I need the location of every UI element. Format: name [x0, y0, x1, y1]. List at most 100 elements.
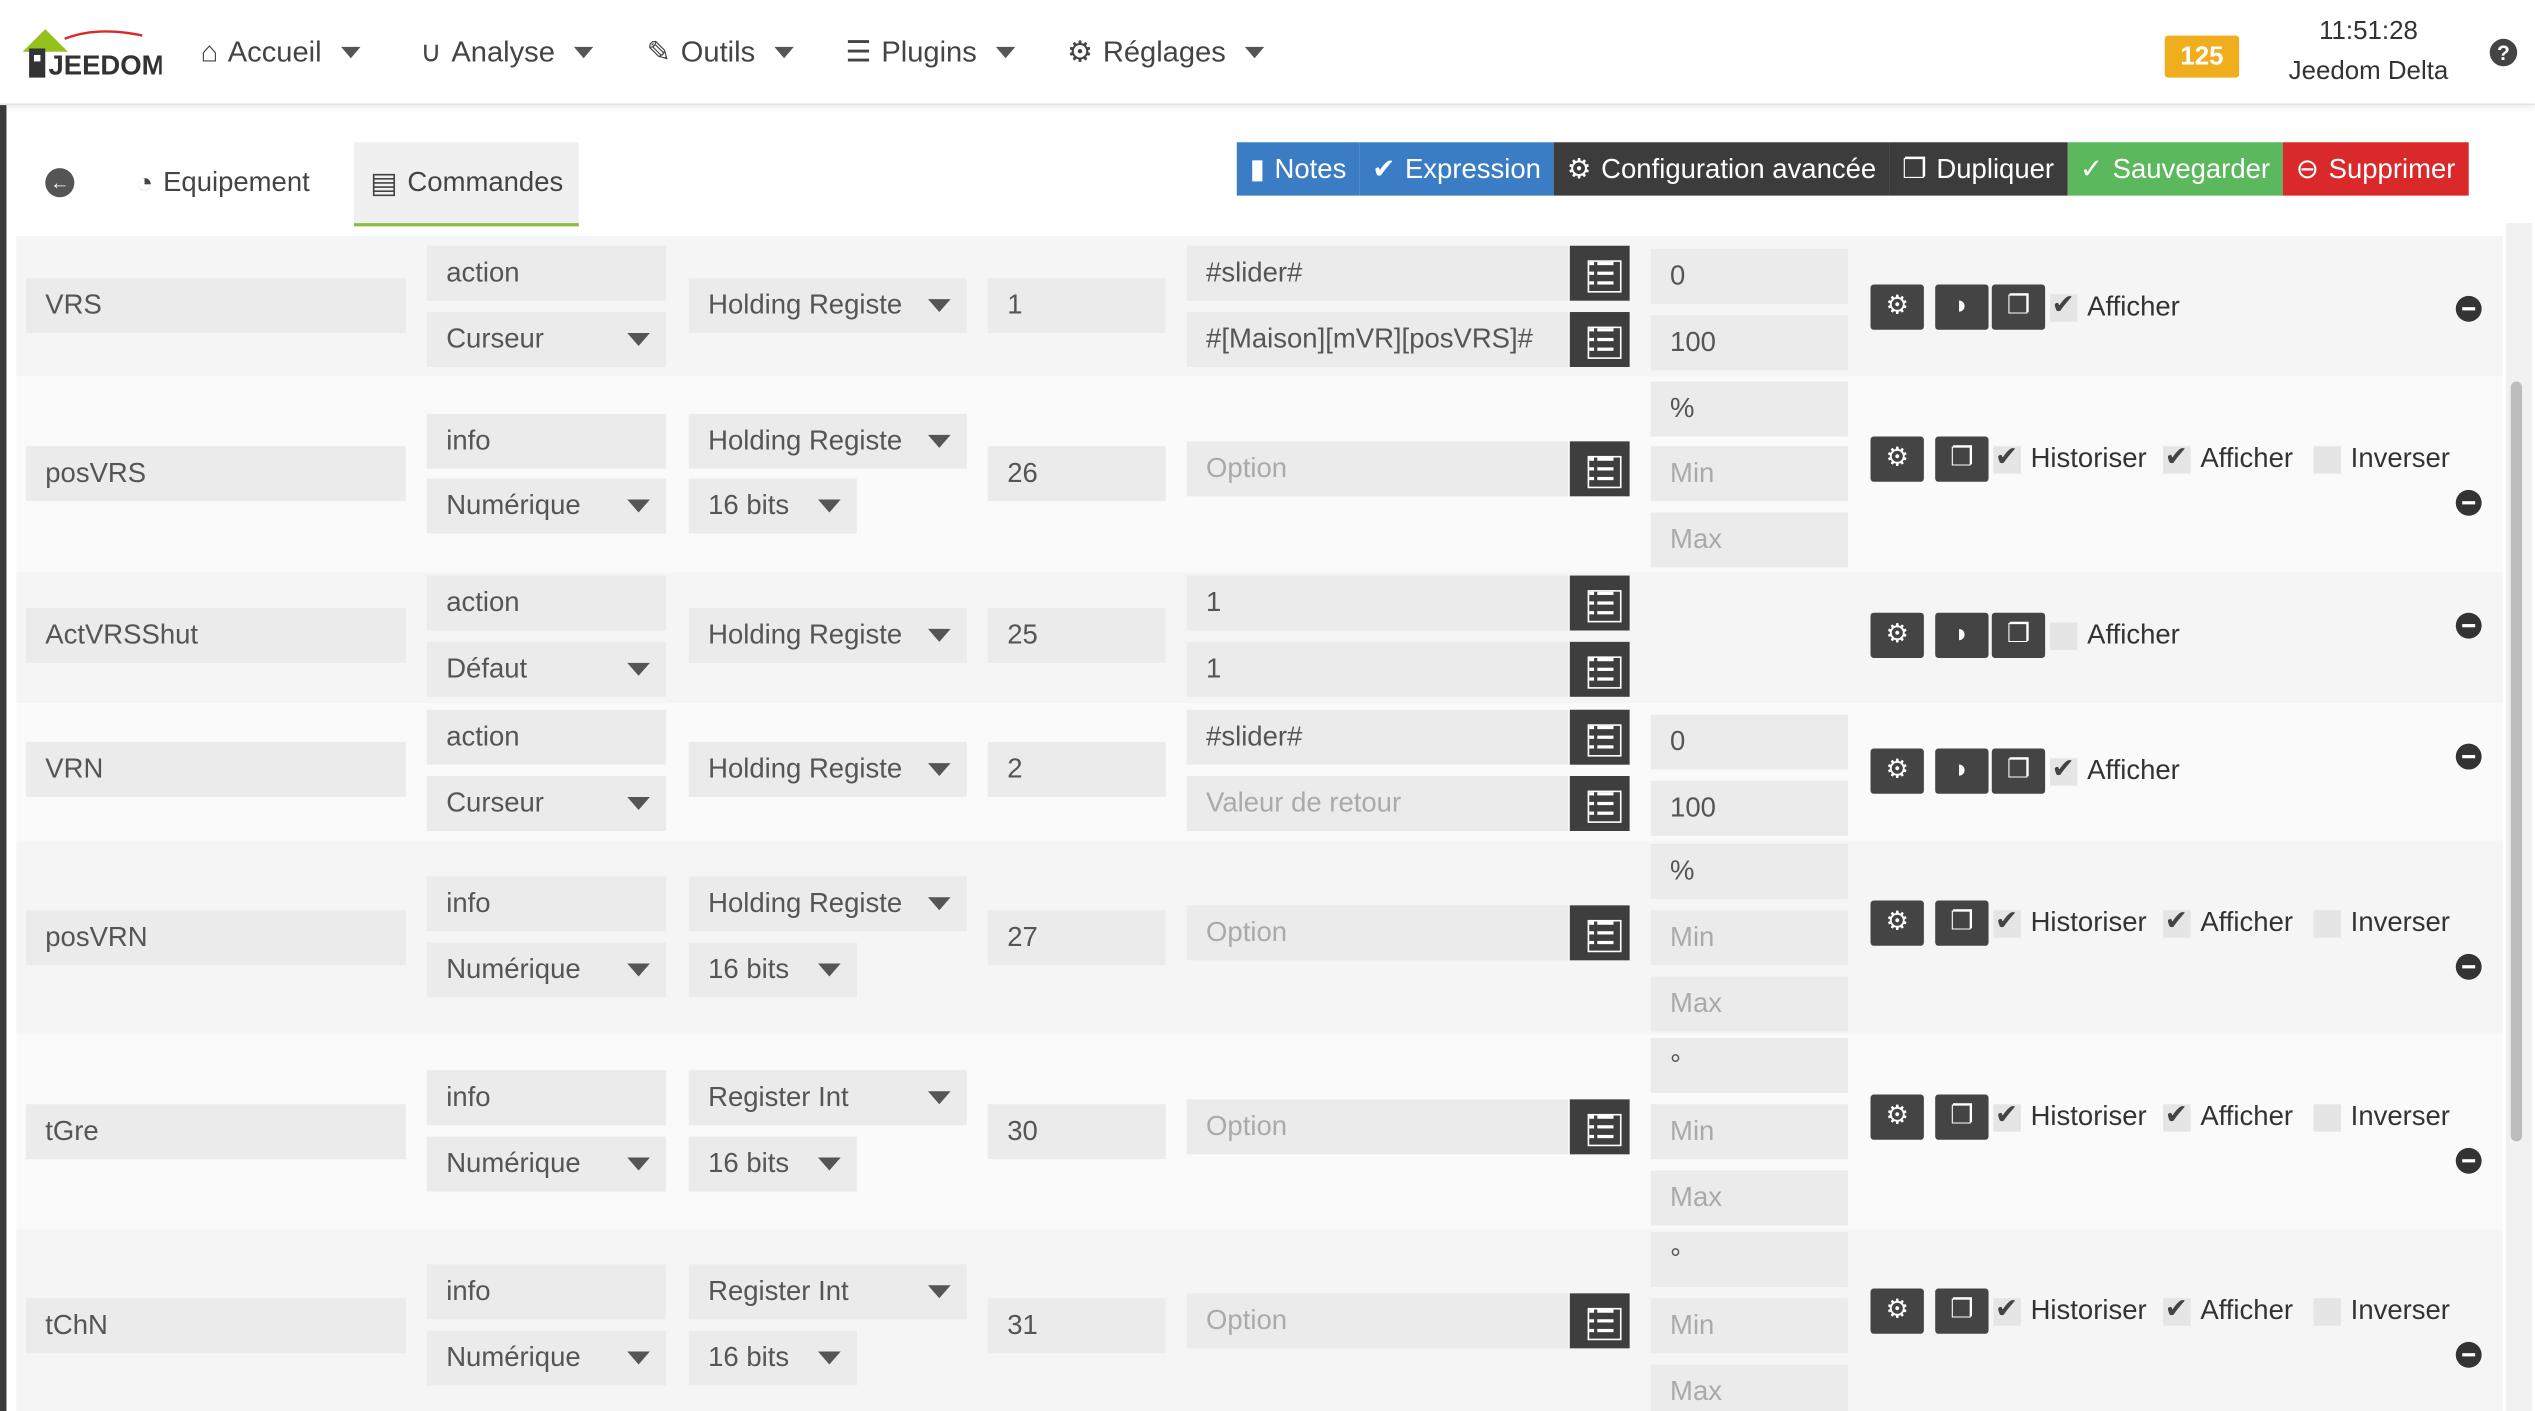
afficher-checkbox[interactable]: Afficher [2049, 289, 2180, 323]
remove-command-icon[interactable] [2455, 295, 2482, 322]
size-select[interactable]: 16 bits [688, 1136, 857, 1192]
inverser-checkbox[interactable]: Inverser [2313, 1101, 2450, 1133]
inverser-checkbox[interactable]: Inverser [2313, 1295, 2450, 1327]
max-field[interactable]: Max [1650, 1170, 1848, 1226]
list-icon[interactable] [1569, 1099, 1630, 1155]
register-type-select[interactable]: Holding Registe [688, 742, 967, 798]
unit-field[interactable]: ° [1650, 1231, 1848, 1287]
unit-field[interactable]: % [1650, 381, 1848, 437]
remove-command-icon[interactable] [2455, 1147, 2482, 1174]
menu-plugins[interactable]: ☰ Plugins [846, 36, 1016, 70]
command-subtype-select[interactable]: Numérique [426, 942, 667, 998]
command-subtype-select[interactable]: Numérique [426, 1330, 667, 1386]
address-field[interactable]: 1 [987, 278, 1166, 334]
value-field[interactable]: #slider# [1186, 245, 1569, 301]
command-subtype-select[interactable]: Curseur [426, 776, 667, 831]
command-type-field[interactable]: info [426, 876, 667, 932]
command-type-field[interactable]: action [426, 245, 667, 301]
copy-icon[interactable]: ❐ [1935, 900, 1989, 946]
command-name-field[interactable]: posVRN [25, 910, 406, 966]
address-field[interactable]: 27 [987, 910, 1166, 966]
remove-command-icon[interactable] [2455, 953, 2482, 980]
register-type-select[interactable]: Holding Registe [688, 876, 967, 932]
checkbox-checked[interactable] [1993, 441, 2021, 473]
command-subtype-select[interactable]: Curseur [426, 312, 667, 367]
list-icon[interactable] [1569, 709, 1630, 765]
list-icon[interactable] [1569, 641, 1630, 697]
menu-reglages[interactable]: ⚙ Réglages [1067, 36, 1265, 70]
command-type-field[interactable]: info [426, 1264, 667, 1320]
historiser-checkbox[interactable]: Historiser [1993, 441, 2147, 475]
remove-command-icon[interactable] [2455, 612, 2482, 639]
afficher-checkbox[interactable]: Afficher [2163, 905, 2293, 939]
max-field[interactable]: Max [1650, 1364, 1848, 1411]
tab-commandes[interactable]: ▤ Commandes [354, 142, 580, 227]
menu-analyse[interactable]: ∪ Analyse [420, 36, 594, 70]
rss-icon[interactable]: ◗ [1935, 748, 1989, 794]
advanced-config-button[interactable]: ⚙ Configuration avancée [1553, 142, 1890, 196]
checkbox-checked[interactable] [2049, 753, 2078, 785]
copy-icon[interactable]: ❐ [1991, 748, 2046, 794]
menu-accueil[interactable]: ⌂ Accueil [200, 36, 361, 70]
register-type-select[interactable]: Register Int [688, 1264, 967, 1320]
historiser-checkbox[interactable]: Historiser [1993, 1293, 2147, 1327]
copy-icon[interactable]: ❐ [1991, 284, 2046, 330]
remove-command-icon[interactable] [2455, 1341, 2482, 1368]
min-field[interactable]: Min [1650, 1298, 1848, 1354]
inverser-checkbox[interactable]: Inverser [2313, 907, 2450, 939]
historiser-checkbox[interactable]: Historiser [1993, 1099, 2147, 1133]
copy-icon[interactable]: ❐ [1935, 436, 1989, 482]
cogs-icon[interactable]: ⚙ [1870, 1094, 1924, 1140]
address-field[interactable]: 26 [987, 446, 1166, 502]
value-field[interactable]: 1 [1186, 575, 1569, 631]
command-type-field[interactable]: action [426, 709, 667, 765]
cogs-icon[interactable]: ⚙ [1870, 900, 1924, 946]
max-field[interactable]: Max [1650, 512, 1848, 568]
register-type-select[interactable]: Holding Registe [688, 413, 967, 469]
checkbox-unchecked[interactable] [2313, 909, 2341, 937]
scrollbar-thumb[interactable] [2510, 381, 2523, 1142]
command-name-field[interactable]: VRS [25, 278, 406, 334]
rss-icon[interactable]: ◗ [1935, 284, 1989, 330]
expression-button[interactable]: ✔ Expression [1359, 142, 1554, 196]
command-subtype-select[interactable]: Numérique [426, 478, 667, 534]
checkbox-checked[interactable] [2163, 441, 2191, 473]
inverser-checkbox[interactable]: Inverser [2313, 443, 2450, 475]
command-subtype-select[interactable]: Défaut [426, 641, 667, 697]
copy-icon[interactable]: ❐ [1935, 1288, 1989, 1334]
command-type-field[interactable]: info [426, 1070, 667, 1126]
remove-command-icon[interactable] [2455, 743, 2482, 770]
checkbox-checked[interactable] [2163, 1099, 2191, 1131]
max-value-field[interactable]: 100 [1650, 315, 1848, 371]
afficher-checkbox[interactable]: Afficher [2163, 1293, 2293, 1327]
list-icon[interactable] [1569, 905, 1630, 961]
checkbox-checked[interactable] [2163, 1293, 2191, 1325]
address-field[interactable]: 25 [987, 607, 1166, 663]
afficher-checkbox[interactable]: Afficher [2163, 1099, 2293, 1133]
checkbox-unchecked[interactable] [2313, 1103, 2341, 1131]
register-type-select[interactable]: Register Int [688, 1070, 967, 1126]
register-type-select[interactable]: Holding Registe [688, 278, 967, 334]
command-name-field[interactable]: tGre [25, 1104, 406, 1160]
list-icon[interactable] [1569, 1293, 1630, 1349]
checkbox-checked[interactable] [2049, 289, 2078, 321]
return-value-field[interactable]: 1 [1186, 641, 1569, 697]
checkbox-unchecked[interactable] [2313, 1297, 2341, 1325]
help-icon[interactable]: ? [2489, 38, 2518, 67]
command-type-field[interactable]: action [426, 575, 667, 631]
min-value-field[interactable]: 0 [1650, 248, 1848, 304]
delete-button[interactable]: ⊖ Supprimer [2282, 142, 2469, 196]
back-arrow-icon[interactable]: ← [45, 168, 75, 198]
min-value-field[interactable]: 0 [1650, 714, 1848, 770]
min-field[interactable]: Min [1650, 1104, 1848, 1160]
checkbox-checked[interactable] [1993, 905, 2021, 937]
remove-command-icon[interactable] [2455, 489, 2482, 516]
min-field[interactable]: Min [1650, 910, 1848, 966]
address-field[interactable]: 31 [987, 1298, 1166, 1354]
return-value-field[interactable]: Valeur de retour [1186, 776, 1569, 831]
tab-equipement[interactable]: ◔ Equipement [120, 142, 326, 223]
checkbox-unchecked[interactable] [2313, 445, 2341, 473]
size-select[interactable]: 16 bits [688, 478, 857, 534]
jeedom-logo[interactable]: JEEDOM [16, 16, 162, 81]
value-field[interactable]: #slider# [1186, 709, 1569, 765]
